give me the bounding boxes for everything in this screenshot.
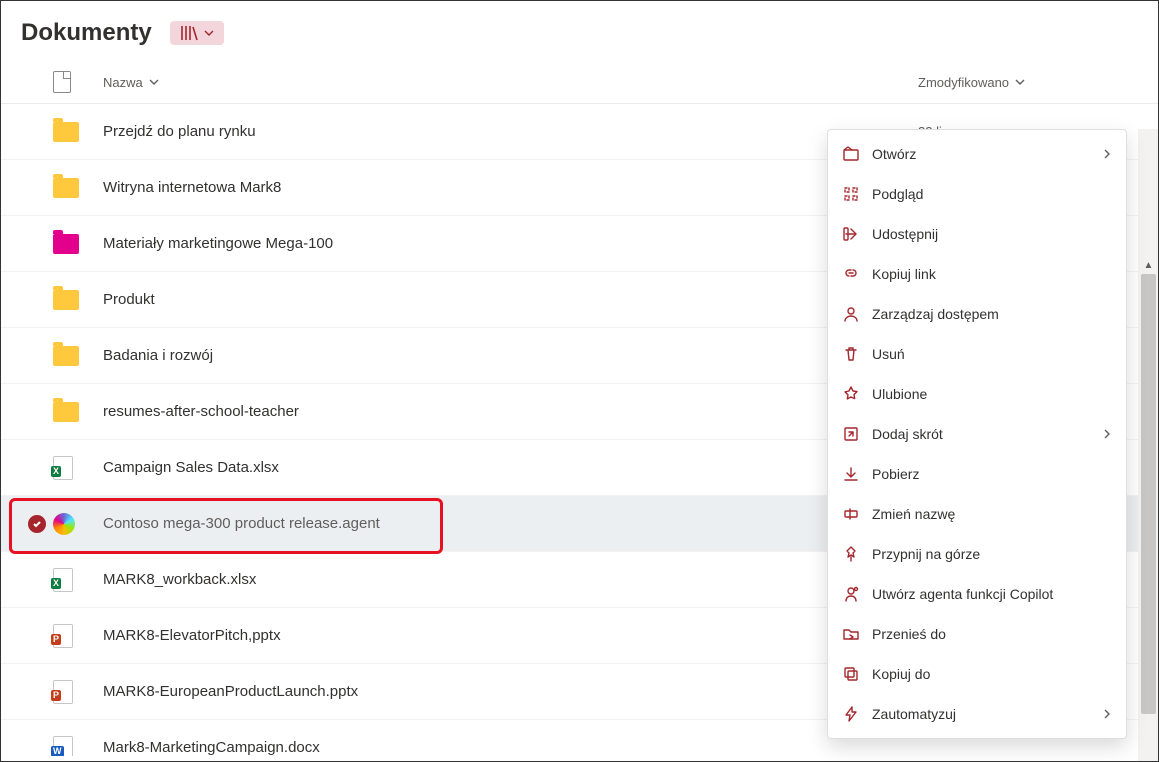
file-name[interactable]: MARK8_workback.xlsx — [103, 571, 888, 588]
page-header: Dokumenty — [1, 1, 1158, 61]
file-type-icon — [53, 290, 103, 310]
file-type-icon: P — [53, 624, 103, 648]
menu-item-shortcut[interactable]: Dodaj skrót — [828, 414, 1126, 454]
download-icon — [842, 465, 860, 483]
chevron-right-icon — [1102, 706, 1112, 722]
favorite-icon — [842, 385, 860, 403]
document-icon — [53, 71, 71, 93]
file-type-icon: W — [53, 736, 103, 757]
menu-item-label: Utwórz agenta funkcji Copilot — [872, 586, 1112, 602]
menu-item-label: Otwórz — [872, 146, 1090, 162]
chevron-down-icon — [149, 77, 159, 87]
menu-item-download[interactable]: Pobierz — [828, 454, 1126, 494]
menu-item-moveto[interactable]: Przenieś do — [828, 614, 1126, 654]
preview-icon — [842, 185, 860, 203]
file-name[interactable]: Mark8-MarketingCampaign.docx — [103, 739, 888, 756]
file-type-icon: X — [53, 456, 103, 480]
open-icon — [842, 145, 860, 163]
checkmark-icon — [28, 515, 46, 533]
menu-item-label: Udostępnij — [872, 226, 1112, 242]
file-type-icon — [53, 346, 103, 366]
chevron-right-icon — [1102, 146, 1112, 162]
chevron-down-icon — [1015, 77, 1025, 87]
rename-icon — [842, 505, 860, 523]
menu-item-copyto[interactable]: Kopiuj do — [828, 654, 1126, 694]
file-name[interactable]: Badania i rozwój — [103, 347, 888, 364]
menu-item-label: Kopiuj link — [872, 266, 1112, 282]
column-header-name-label: Nazwa — [103, 75, 143, 90]
moveto-icon — [842, 625, 860, 643]
column-header-modified-label: Zmodyfikowano — [918, 75, 1009, 90]
shortcut-icon — [842, 425, 860, 443]
automate-icon — [842, 705, 860, 723]
library-icon — [180, 25, 198, 41]
menu-item-access[interactable]: Zarządzaj dostępem — [828, 294, 1126, 334]
chevron-right-icon — [1102, 426, 1112, 442]
page-title: Dokumenty — [21, 19, 152, 47]
column-header-modified[interactable]: Zmodyfikowano — [918, 75, 1138, 90]
file-name[interactable]: resumes-after-school-teacher — [103, 403, 888, 420]
menu-item-share[interactable]: Udostępnij — [828, 214, 1126, 254]
column-header-type-icon[interactable] — [53, 71, 103, 93]
menu-item-label: Zarządzaj dostępem — [872, 306, 1112, 322]
file-name[interactable]: MARK8-ElevatorPitch,pptx — [103, 627, 888, 644]
chevron-down-icon — [204, 28, 214, 38]
file-name[interactable]: Contoso mega-300 product release.agent — [103, 515, 888, 532]
pin-icon — [842, 545, 860, 563]
menu-item-label: Podgląd — [872, 186, 1112, 202]
menu-item-open[interactable]: Otwórz — [828, 134, 1126, 174]
column-headers: Nazwa Zmodyfikowano — [1, 61, 1158, 104]
menu-item-label: Zautomatyzuj — [872, 706, 1090, 722]
file-type-icon — [53, 122, 103, 142]
row-select[interactable] — [21, 515, 53, 533]
menu-item-label: Pobierz — [872, 466, 1112, 482]
menu-item-delete[interactable]: Usuń — [828, 334, 1126, 374]
delete-icon — [842, 345, 860, 363]
menu-item-label: Przenieś do — [872, 626, 1112, 642]
scrollbar-thumb[interactable] — [1141, 274, 1156, 714]
file-type-icon: P — [53, 680, 103, 704]
file-name[interactable]: Przejdź do planu rynku — [103, 123, 888, 140]
menu-item-label: Ulubione — [872, 386, 1112, 402]
menu-item-label: Usuń — [872, 346, 1112, 362]
file-name[interactable]: Materiały marketingowe Mega-100 — [103, 235, 888, 252]
menu-item-pin[interactable]: Przypnij na górze — [828, 534, 1126, 574]
scrollbar-track[interactable]: ▲ — [1138, 129, 1158, 761]
file-type-icon — [53, 234, 103, 254]
link-icon — [842, 265, 860, 283]
view-switcher-button[interactable] — [170, 21, 224, 45]
column-header-name[interactable]: Nazwa — [103, 75, 918, 90]
scroll-up-arrow[interactable]: ▲ — [1141, 258, 1156, 273]
file-type-icon — [53, 178, 103, 198]
menu-item-copilot[interactable]: Utwórz agenta funkcji Copilot — [828, 574, 1126, 614]
file-name[interactable]: MARK8-EuropeanProductLaunch.pptx — [103, 683, 888, 700]
file-name[interactable]: Campaign Sales Data.xlsx — [103, 459, 888, 476]
menu-item-automate[interactable]: Zautomatyzuj — [828, 694, 1126, 734]
context-menu: Otwórz Podgląd Udostępnij Kopiuj link Zarząd… — [827, 129, 1127, 739]
app-frame: Dokumenty Nazwa Zmodyfikowano Przejdź do… — [0, 0, 1159, 762]
menu-item-label: Zmień nazwę — [872, 506, 1112, 522]
file-type-icon — [53, 513, 103, 535]
file-name[interactable]: Witryna internetowa Mark8 — [103, 179, 888, 196]
share-icon — [842, 225, 860, 243]
copyto-icon — [842, 665, 860, 683]
access-icon — [842, 305, 860, 323]
menu-item-label: Dodaj skrót — [872, 426, 1090, 442]
menu-item-label: Przypnij na górze — [872, 546, 1112, 562]
file-type-icon: X — [53, 568, 103, 592]
file-type-icon — [53, 402, 103, 422]
file-name[interactable]: Produkt — [103, 291, 888, 308]
menu-item-link[interactable]: Kopiuj link — [828, 254, 1126, 294]
menu-item-rename[interactable]: Zmień nazwę — [828, 494, 1126, 534]
menu-item-preview[interactable]: Podgląd — [828, 174, 1126, 214]
menu-item-favorite[interactable]: Ulubione — [828, 374, 1126, 414]
menu-item-label: Kopiuj do — [872, 666, 1112, 682]
copilot-icon — [842, 585, 860, 603]
